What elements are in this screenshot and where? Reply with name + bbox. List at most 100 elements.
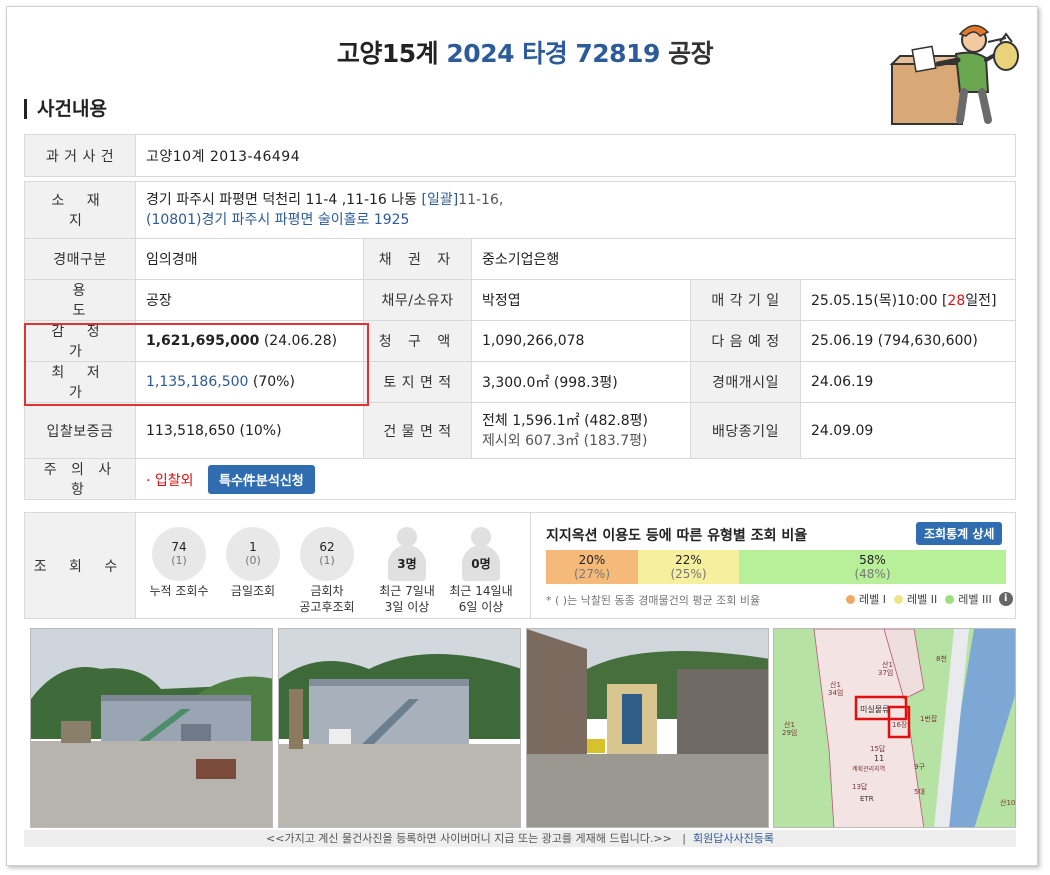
ratio-segment-level-2: 22% (25%)	[638, 550, 739, 584]
past-case-value[interactable]: 고양10계 2013-46494	[135, 134, 1016, 177]
appraisal-amount: 1,621,695,000	[146, 333, 260, 349]
special-analysis-button[interactable]: 특수件분석신청	[208, 464, 315, 494]
stat-circle: 1 (0)	[226, 527, 280, 581]
dividend-label: 배당종기일	[690, 402, 801, 459]
stat-number: 62	[319, 540, 335, 554]
ratio-segment-level-1: 20% (27%)	[546, 550, 638, 584]
map-label: 16장	[892, 720, 908, 729]
segment-average: (25%)	[670, 567, 707, 581]
stat-caption: 금회차 공고후조회	[287, 583, 367, 615]
usage-label: 용 도	[24, 279, 136, 321]
start-date-value: 24.06.19	[800, 361, 1016, 403]
ratio-segment-level-3: 58% (48%)	[739, 550, 1006, 584]
days-suffix: 일전]	[965, 293, 997, 309]
map-label: 15답	[870, 744, 886, 753]
stat-caption: 누적 조회수	[149, 584, 209, 598]
segment-value: 22%	[675, 553, 702, 567]
stat-total: 74 (1) 누적 조회수	[139, 527, 219, 599]
mascot-illustration	[889, 24, 1019, 125]
next-label: 다 음 예 정	[690, 320, 801, 362]
creditor-value: 중소기업은행	[471, 238, 1016, 280]
legend-label: 레벨 I	[859, 593, 886, 606]
stat-caption: 금일조회	[230, 584, 276, 598]
sale-date-value: 25.05.15(목)10:00 [28일전]	[800, 279, 1016, 321]
legend-label: 레벨 II	[906, 593, 938, 606]
stat-recent-14: 0명 최근 14일내 6일 이상	[441, 527, 521, 615]
property-photo-1[interactable]	[30, 628, 273, 828]
appraisal-date: (24.06.28)	[263, 333, 338, 349]
map-label: 34임	[828, 689, 843, 697]
item-type: 공장	[668, 39, 714, 68]
map-label: 11	[874, 754, 884, 763]
dividend-value: 24.09.09	[800, 402, 1016, 459]
stat-sub: (1)	[319, 554, 335, 567]
map-label: 8천	[936, 654, 947, 663]
days-left: 28	[947, 293, 966, 309]
property-photo-2[interactable]	[278, 628, 521, 828]
caption-line: 공고후조회	[299, 600, 355, 614]
footer-notice: <<가지고 계신 물건사진을 등록하면 사이버머니 지급 또는 광고를 게재해 …	[266, 832, 672, 845]
minimum-pct: (70%)	[252, 374, 295, 390]
cadastral-map[interactable]: 미실물류 산1 37임 산1 34임 산1 29임 15답 11 계획관리지역 …	[773, 628, 1016, 828]
caution-value: · 입찰외 특수件분석신청	[135, 458, 1016, 500]
views-label: 조 회 수	[25, 513, 136, 618]
caption-line: 6일 이상	[458, 600, 504, 614]
debtor-value: 박정엽	[471, 279, 691, 321]
map-label: 5대	[914, 788, 925, 796]
stats-detail-button[interactable]: 조회통계 상세	[916, 522, 1003, 545]
map-label: 37임	[878, 669, 893, 677]
map-label: 산1	[830, 680, 841, 689]
map-label: 9구	[914, 763, 925, 771]
segment-value: 20%	[578, 553, 606, 567]
caution-text: · 입찰외	[146, 472, 194, 489]
location-label: 소 재 지	[24, 181, 136, 239]
past-case-label: 과 거 사 건	[24, 134, 136, 177]
ratio-legend: 레벨 I 레벨 II 레벨 III i	[846, 591, 1013, 607]
claim-value: 1,090,266,078	[471, 320, 691, 362]
bulk-lots: 11-16,	[458, 192, 504, 208]
sale-date-text: 25.05.15(목)10:00 [	[811, 293, 948, 309]
ratio-title: 지지옥션 이용도 등에 따른 유형별 조회 비율	[546, 528, 808, 544]
divider	[530, 513, 531, 618]
stat-number: 74	[171, 540, 187, 554]
stat-sub: (1)	[171, 554, 187, 567]
building-area-total: 전체 1,596.1㎡ (482.8평)	[482, 412, 648, 429]
land-area-value: 3,300.0㎡ (998.3평)	[471, 361, 691, 403]
ratio-note: * ( )는 낙찰된 동종 경매물건의 평균 조회 비율	[546, 594, 761, 607]
legend-dot	[945, 594, 955, 604]
photo-footer: <<가지고 계신 물건사진을 등록하면 사이버머니 지급 또는 광고를 게재해 …	[24, 830, 1016, 847]
deposit-label: 입찰보증금	[24, 402, 136, 459]
person-icon: 3명	[380, 527, 434, 581]
case-info-table: 소 재 지 경기 파주시 파평면 덕천리 11-4 ,11-16 나동 [일괄]…	[24, 181, 1016, 500]
map-label: ETR	[860, 795, 874, 803]
person-count: 3명	[388, 545, 426, 581]
person-count: 0명	[462, 545, 500, 581]
stat-caption: 최근 14일내 6일 이상	[441, 583, 521, 615]
road-address[interactable]: (10801)경기 파주시 파평면 술이홀로 1925	[146, 210, 1005, 230]
photo-register-link[interactable]: 회원답사사진등록	[693, 832, 774, 845]
map-label: 산10	[1000, 798, 1015, 807]
usage-value: 공장	[135, 279, 364, 321]
past-case-table: 과 거 사 건 고양10계 2013-46494	[24, 134, 1016, 177]
minimum-amount: 1,135,186,500	[146, 374, 249, 390]
appraisal-label: 감 정 가	[24, 320, 136, 362]
creditor-label: 채 권 자	[363, 238, 472, 280]
start-date-label: 경매개시일	[690, 361, 801, 403]
bulk-tag[interactable]: [일괄]	[422, 192, 459, 208]
auction-type-value: 임의경매	[135, 238, 364, 280]
property-photo-3[interactable]	[526, 628, 769, 828]
court-name: 고양15계	[336, 39, 439, 68]
section-heading: 사건내용	[24, 99, 107, 119]
caption-line: 최근 7일내	[379, 584, 435, 598]
minimum-label: 최 저 가	[24, 361, 136, 403]
next-value: 25.06.19 (794,630,600)	[800, 320, 1016, 362]
person-icon: 0명	[454, 527, 508, 581]
legend-dot	[893, 594, 903, 604]
deposit-value: 113,518,650 (10%)	[135, 402, 364, 459]
minimum-value: 1,135,186,500 (70%)	[135, 361, 364, 403]
land-area-label: 토 지 면 적	[363, 361, 472, 403]
info-icon[interactable]: i	[998, 592, 1013, 606]
appraisal-value: 1,621,695,000 (24.06.28)	[135, 320, 364, 362]
stat-today: 1 (0) 금일조회	[213, 527, 293, 599]
address: 경기 파주시 파평면 덕천리 11-4 ,11-16 나동	[146, 192, 418, 208]
